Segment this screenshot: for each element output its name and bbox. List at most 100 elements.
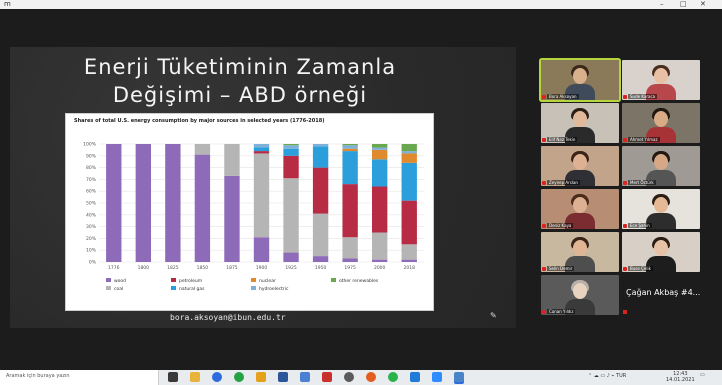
participant-tile[interactable]: Buse Çelik <box>622 232 700 272</box>
taskbar-search-input[interactable]: Aramak için buraya yazın <box>0 370 159 385</box>
bar-segment-coal <box>194 144 211 155</box>
y-tick-label: 50% <box>86 201 97 207</box>
participant-tile[interactable]: Ece Şahin <box>622 189 700 229</box>
shared-slide: Enerji Tüketiminin Zamanla Değişimi – AB… <box>10 47 516 328</box>
participant-name: Selin Demir <box>547 266 575 271</box>
participant-name: Ahmet Yılmaz <box>628 137 660 142</box>
participant-name: Sude Karaca <box>628 94 658 99</box>
bar-segment-other-renewables <box>372 144 388 148</box>
word-icon[interactable] <box>278 372 288 382</box>
bar-segment-natural-gas <box>283 148 299 156</box>
chart-canvas: 0% 10% 20% 30% 40% 50% 60% 70% 80% 90% 100% 1776 180… <box>83 142 424 292</box>
participant-name-large: Çağan Akbaş #4... <box>626 288 701 297</box>
store-icon[interactable] <box>410 372 420 382</box>
bar-segment-wood <box>342 258 358 262</box>
bar-segment-natural-gas <box>401 162 417 201</box>
bar-segment-natural-gas <box>342 151 358 185</box>
slide-footer-email: bora.aksoyan@ibun.edu.tr <box>170 313 286 322</box>
participant-tile[interactable]: Bora Aksoyan <box>541 60 619 100</box>
bar-segment-petroleum <box>283 155 299 179</box>
participant-tile[interactable]: Deniz Kaya <box>541 189 619 229</box>
muted-mic-icon <box>542 138 546 142</box>
bar-segment-hydroelectric <box>401 151 417 154</box>
participant-name: Zeynep Arslan <box>547 180 580 185</box>
participant-tile-no-video[interactable]: Çağan Akbaş #4... <box>622 275 700 315</box>
bar-segment-wood <box>372 259 388 262</box>
bar-segment-hydroelectric <box>342 145 358 149</box>
participant-face <box>573 197 587 213</box>
x-tick-label: 1975 <box>344 265 356 271</box>
taskbar-date: 14.01.2021 <box>666 377 695 383</box>
legend-label: wood <box>114 278 126 284</box>
whatsapp-icon[interactable] <box>234 372 244 382</box>
bar-segment-wood <box>253 237 270 262</box>
settings-icon[interactable] <box>344 372 354 382</box>
file-explorer-icon[interactable] <box>190 372 200 382</box>
participant-face <box>654 197 668 213</box>
y-tick-label: 20% <box>86 236 97 242</box>
bar-segment-petroleum <box>253 151 270 154</box>
zoom-meeting-active-icon[interactable] <box>454 372 464 382</box>
office-icon[interactable] <box>322 372 332 382</box>
bar-segment-wood <box>312 256 329 262</box>
bar-segment-wood <box>283 252 299 262</box>
muted-mic-icon <box>623 310 627 314</box>
minimize-button[interactable]: – <box>660 0 664 9</box>
participant-name: Canan Yıldız <box>547 309 576 314</box>
bar-segment-other-renewables <box>401 144 417 152</box>
participant-name: Deniz Kaya <box>547 223 574 228</box>
x-tick-label: 1925 <box>285 265 297 271</box>
participant-tile[interactable]: Ahmet Yılmaz <box>622 103 700 143</box>
chrome-icon[interactable] <box>366 372 376 382</box>
slide-title-line1: Enerji Tüketiminin Zamanla <box>83 55 397 79</box>
participant-face <box>573 283 587 299</box>
participant-tile[interactable]: Mert Öztürk <box>622 146 700 186</box>
y-tick-label: 40% <box>86 212 97 218</box>
participant-name: Elif Naz Tekin <box>547 137 578 142</box>
bar-segment-hydroelectric <box>312 144 329 147</box>
legend-swatch <box>171 286 176 290</box>
legend-label: natural gas <box>179 286 205 292</box>
y-tick-label: 10% <box>86 248 97 254</box>
bar-segment-other-renewables <box>342 144 358 146</box>
participant-tile[interactable]: Sude Karaca <box>622 60 700 100</box>
folder-icon[interactable] <box>256 372 266 382</box>
legend-swatch <box>106 286 111 290</box>
close-button[interactable]: ✕ <box>700 0 706 9</box>
bar-segment-hydroelectric <box>283 145 299 149</box>
task-view-icon[interactable] <box>168 372 178 382</box>
system-tray-icons[interactable]: ⌃ ☁ ▭ ♪ ⌁ TUR <box>588 373 626 379</box>
y-tick-label: 80% <box>86 165 97 171</box>
participant-name: Mert Öztürk <box>628 180 656 185</box>
notification-icon[interactable]: ▭ <box>700 372 705 378</box>
bar-segment-natural-gas <box>372 159 388 187</box>
participant-tile[interactable]: Selin Demir <box>541 232 619 272</box>
taskbar-clock[interactable]: 12:43 14.01.2021 <box>666 371 695 383</box>
bar-segment-petroleum <box>342 184 358 238</box>
bar-segment-natural-gas <box>312 146 329 168</box>
legend-swatch <box>331 278 336 282</box>
zoom-icon[interactable] <box>432 372 442 382</box>
legend-swatch <box>106 278 111 282</box>
participant-tile[interactable]: Zeynep Arslan <box>541 146 619 186</box>
y-tick-label: 30% <box>86 224 97 230</box>
bar-segment-coal <box>283 178 299 253</box>
spotify-icon[interactable] <box>388 372 398 382</box>
participant-name: Bora Aksoyan <box>547 94 579 99</box>
participant-face <box>654 240 668 256</box>
participant-tile[interactable]: Elif Naz Tekin <box>541 103 619 143</box>
edge-browser-icon[interactable] <box>212 372 222 382</box>
slide-pen-icon: ✎ <box>490 311 497 320</box>
muted-mic-icon <box>542 310 546 314</box>
bar-segment-petroleum <box>372 186 388 233</box>
slide-title-line2: Değişimi – ABD örneği <box>112 83 368 107</box>
x-tick-label: 1850 <box>197 265 209 271</box>
x-tick-label: 1950 <box>315 265 327 271</box>
maximize-button[interactable]: □ <box>680 0 687 9</box>
legend-label: hydroelectric <box>259 286 289 292</box>
mail-icon[interactable] <box>300 372 310 382</box>
muted-mic-icon <box>542 181 546 185</box>
y-tick-label: 90% <box>86 153 97 159</box>
participant-tile[interactable]: Canan Yıldız <box>541 275 619 315</box>
window-corner-label: m <box>4 0 11 8</box>
